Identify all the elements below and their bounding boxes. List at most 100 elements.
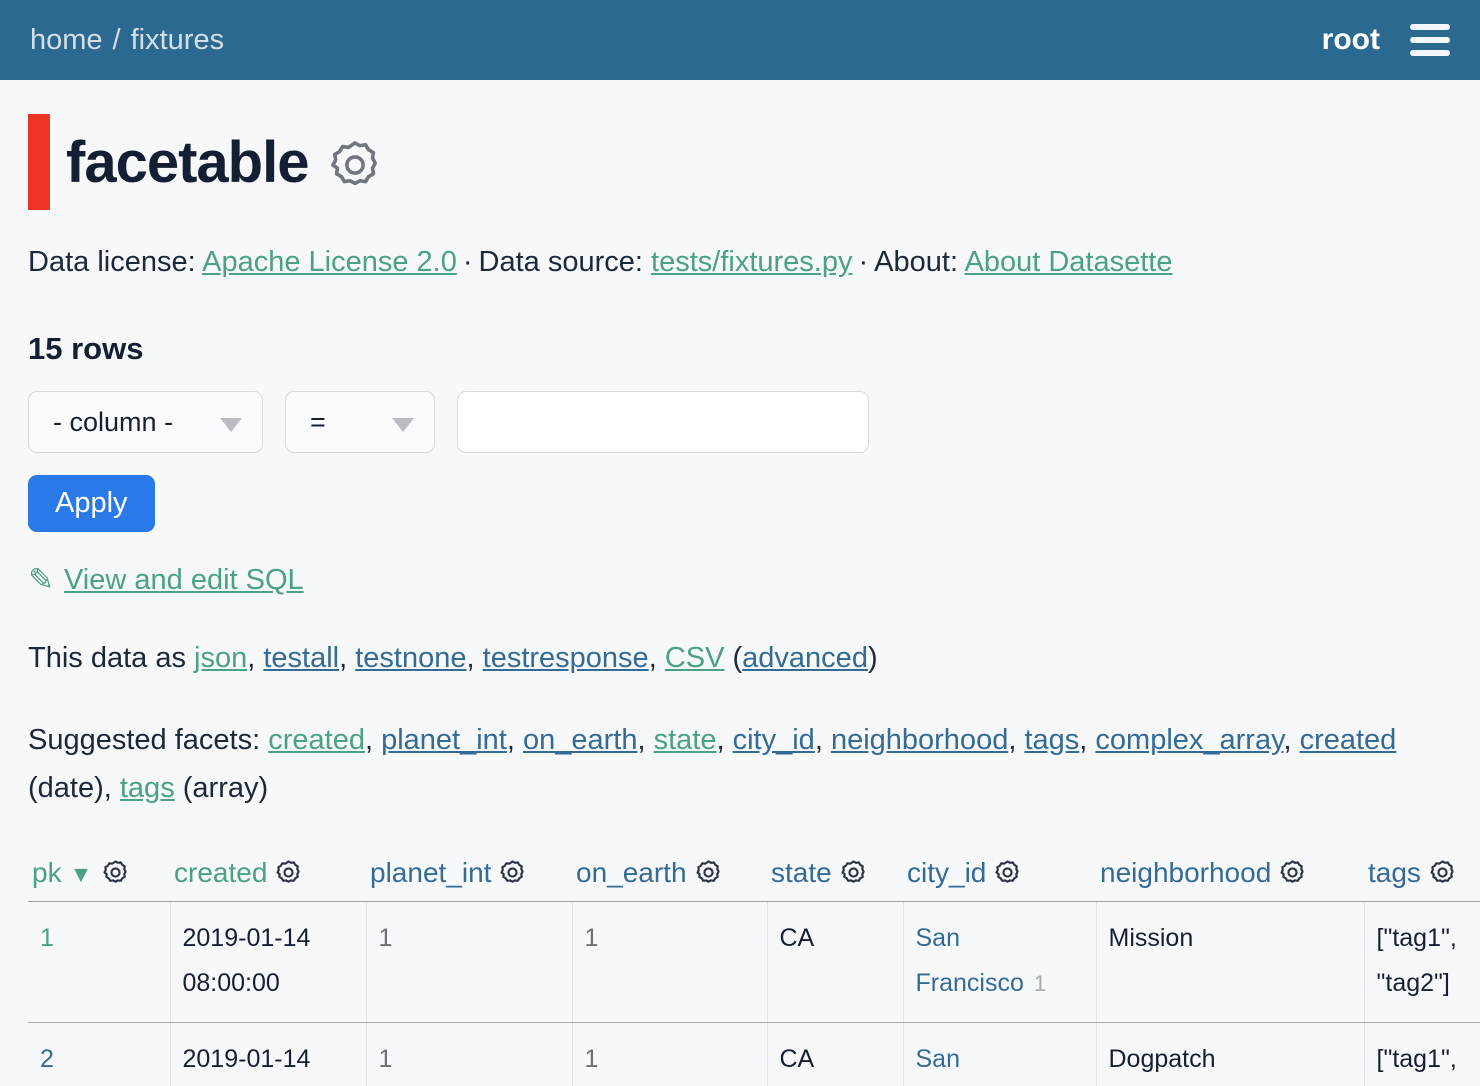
column-header-neighborhood: neighborhood: [1096, 851, 1364, 902]
column-menu-gear-icon[interactable]: [275, 859, 302, 886]
cell-city-id: San Francisco1: [903, 1022, 1096, 1086]
filter-value-input[interactable]: [457, 391, 869, 453]
cell-pk: 1: [28, 901, 170, 1022]
column-header-pk: pk ▼: [28, 851, 170, 902]
cell-planet-int: 1: [366, 901, 572, 1022]
facets-prefix: Suggested facets:: [28, 724, 268, 756]
sort-city-id-link[interactable]: city_id: [907, 857, 986, 888]
hamburger-menu-icon[interactable]: [1410, 24, 1450, 56]
export-link-testall[interactable]: testall: [263, 642, 339, 674]
chevron-down-icon: [392, 418, 414, 432]
cell-neighborhood: Dogpatch: [1096, 1022, 1364, 1086]
column-menu-gear-icon[interactable]: [499, 859, 526, 886]
sort-created-link[interactable]: created: [174, 857, 267, 888]
export-link-testnone[interactable]: testnone: [355, 642, 466, 674]
page-title: facetable: [66, 129, 308, 196]
facet-link-created[interactable]: created: [268, 724, 365, 756]
sort-tags-link[interactable]: tags: [1368, 857, 1421, 888]
sort-planet-int-link[interactable]: planet_int: [370, 857, 491, 888]
column-header-state: state: [767, 851, 903, 902]
cell-on-earth: 1: [572, 901, 767, 1022]
sort-desc-icon: ▼: [70, 861, 93, 887]
table-row: 1 2019-01-14 08:00:00 1 1 CA San Francis…: [28, 901, 1480, 1022]
export-link-json[interactable]: json: [194, 642, 247, 674]
export-links-line: This data as json, testall, testnone, te…: [28, 642, 1452, 675]
page-title-row: facetable: [28, 114, 1452, 210]
cell-created: 2019-01-14 08:00:00: [170, 901, 366, 1022]
facet-link-tags-array[interactable]: tags: [120, 772, 175, 804]
facet-link-neighborhood[interactable]: neighborhood: [831, 724, 1008, 756]
cell-state: CA: [767, 901, 903, 1022]
cell-neighborhood: Mission: [1096, 901, 1364, 1022]
cell-planet-int: 1: [366, 1022, 572, 1086]
suggested-facets-line: Suggested facets: created, planet_int, o…: [28, 717, 1452, 813]
raw-city-id: 1: [1034, 971, 1046, 996]
license-link[interactable]: Apache License 2.0: [202, 246, 457, 278]
filter-column-select[interactable]: - column -: [28, 391, 263, 453]
column-header-created: created: [170, 851, 366, 902]
column-menu-gear-icon[interactable]: [1279, 859, 1306, 886]
logged-in-user[interactable]: root: [1322, 23, 1380, 57]
row-count-heading: 15 rows: [28, 331, 1452, 367]
pencil-icon: ✎: [28, 562, 54, 598]
export-link-csv[interactable]: CSV: [665, 642, 725, 674]
metadata-line: Data license: Apache License 2.0·Data so…: [28, 246, 1452, 279]
top-nav-bar: home / fixtures root: [0, 0, 1480, 80]
breadcrumb: home / fixtures: [30, 24, 224, 57]
column-header-planet-int: planet_int: [366, 851, 572, 902]
license-label: Data license:: [28, 246, 196, 278]
cell-on-earth: 1: [572, 1022, 767, 1086]
cell-tags: ["tag1", "tag2"]: [1364, 901, 1480, 1022]
cell-state: CA: [767, 1022, 903, 1086]
facet-link-on-earth[interactable]: on_earth: [523, 724, 638, 756]
column-menu-gear-icon[interactable]: [1429, 859, 1456, 886]
title-accent-bar: [28, 114, 50, 210]
sort-on-earth-link[interactable]: on_earth: [576, 857, 687, 888]
metadata-separator: ·: [859, 246, 869, 278]
cell-pk: 2: [28, 1022, 170, 1086]
sort-neighborhood-link[interactable]: neighborhood: [1100, 857, 1271, 888]
export-link-advanced[interactable]: advanced: [742, 642, 868, 674]
facet-link-state[interactable]: state: [654, 724, 717, 756]
facet-link-planet-int[interactable]: planet_int: [381, 724, 507, 756]
cell-created: 2019-01-14 08:00:00: [170, 1022, 366, 1086]
view-edit-sql-link[interactable]: View and edit SQL: [64, 564, 304, 597]
source-link[interactable]: tests/fixtures.py: [651, 246, 852, 278]
results-table-wrapper: pk ▼ created planet_int on_earth state: [28, 851, 1480, 1086]
city-link[interactable]: San Francisco: [916, 1045, 1024, 1086]
filter-operator-value: =: [310, 407, 326, 438]
metadata-separator: ·: [463, 246, 473, 278]
table-settings-gear-icon[interactable]: [328, 138, 382, 192]
results-table: pk ▼ created planet_int on_earth state: [28, 851, 1480, 1086]
chevron-down-icon: [220, 418, 242, 432]
sql-link-row: ✎ View and edit SQL: [28, 562, 1452, 598]
column-menu-gear-icon[interactable]: [994, 859, 1021, 886]
table-row: 2 2019-01-14 08:00:00 1 1 CA San Francis…: [28, 1022, 1480, 1086]
sort-state-link[interactable]: state: [771, 857, 832, 888]
breadcrumb-separator: /: [113, 24, 121, 56]
about-label: About:: [874, 246, 958, 278]
column-header-tags: tags: [1364, 851, 1480, 902]
facet-link-created-date[interactable]: created: [1300, 724, 1397, 756]
breadcrumb-database-link[interactable]: fixtures: [131, 24, 224, 56]
row-pk-link[interactable]: 2: [40, 1045, 54, 1073]
apply-button[interactable]: Apply: [28, 475, 155, 532]
column-menu-gear-icon[interactable]: [102, 859, 129, 886]
city-link[interactable]: San Francisco: [916, 924, 1024, 997]
row-pk-link[interactable]: 1: [40, 924, 54, 952]
column-header-city-id: city_id: [903, 851, 1096, 902]
filter-operator-select[interactable]: =: [285, 391, 435, 453]
breadcrumb-home-link[interactable]: home: [30, 24, 103, 56]
facet-link-tags[interactable]: tags: [1024, 724, 1079, 756]
facet-link-city-id[interactable]: city_id: [733, 724, 815, 756]
about-link[interactable]: About Datasette: [964, 246, 1172, 278]
export-link-testresponse[interactable]: testresponse: [483, 642, 649, 674]
column-menu-gear-icon[interactable]: [695, 859, 722, 886]
cell-city-id: San Francisco 1: [903, 901, 1096, 1022]
sort-pk-link[interactable]: pk: [32, 857, 62, 888]
table-header-row: pk ▼ created planet_int on_earth state: [28, 851, 1480, 902]
facet-link-complex-array[interactable]: complex_array: [1095, 724, 1283, 756]
cell-tags: ["tag1", "tag3"]: [1364, 1022, 1480, 1086]
export-prefix: This data as: [28, 642, 194, 674]
column-menu-gear-icon[interactable]: [840, 859, 867, 886]
